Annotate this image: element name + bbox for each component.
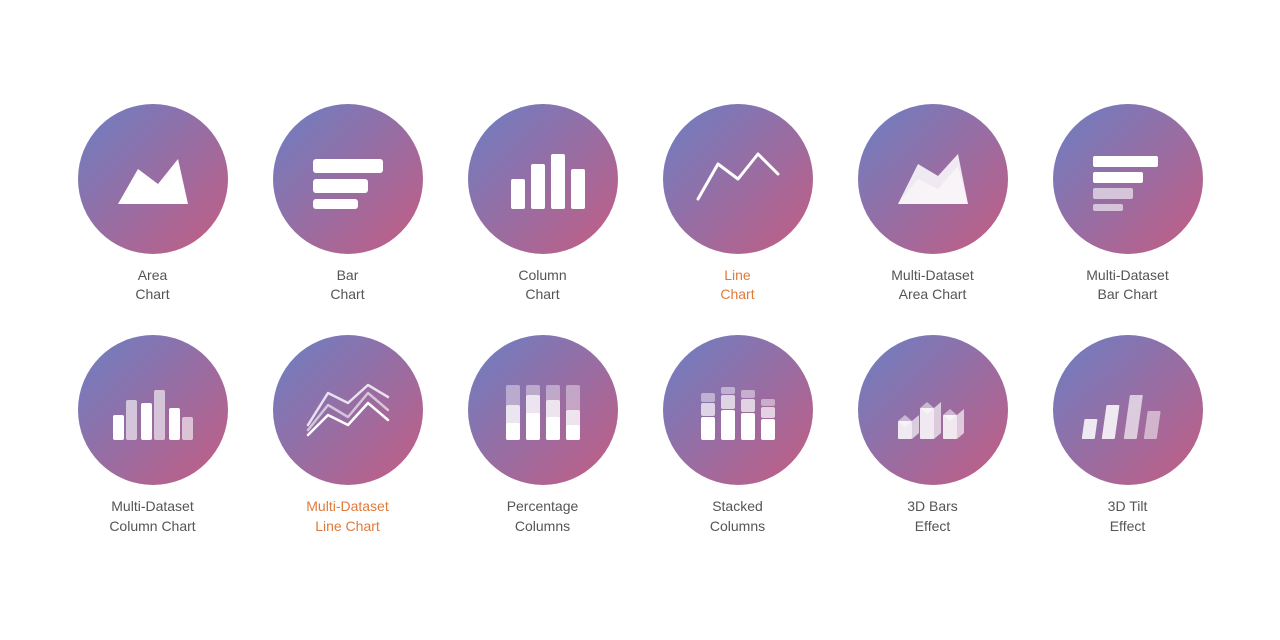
chart-icon-multi-area (858, 104, 1008, 254)
chart-icon-percentage (468, 335, 618, 485)
chart-label-stacked: Stacked Columns (710, 497, 765, 536)
chart-icon-multi-column (78, 335, 228, 485)
chart-item-line[interactable]: Line Chart (645, 104, 830, 305)
chart-label-percentage: Percentage Columns (507, 497, 579, 536)
chart-label-line: Line Chart (720, 266, 754, 305)
chart-icon-3d-tilt (1053, 335, 1203, 485)
chart-label-multi-column: Multi-Dataset Column Chart (109, 497, 195, 536)
chart-item-area[interactable]: Area Chart (60, 104, 245, 305)
chart-label-multi-line: Multi-Dataset Line Chart (306, 497, 388, 536)
chart-label-multi-area: Multi-Dataset Area Chart (891, 266, 973, 305)
chart-item-percentage[interactable]: Percentage Columns (450, 335, 635, 536)
chart-item-stacked[interactable]: Stacked Columns (645, 335, 830, 536)
chart-item-multi-line[interactable]: Multi-Dataset Line Chart (255, 335, 440, 536)
chart-item-bar[interactable]: Bar Chart (255, 104, 440, 305)
chart-label-bar: Bar Chart (330, 266, 364, 305)
chart-icon-bar (273, 104, 423, 254)
chart-icon-line (663, 104, 813, 254)
chart-item-multi-column[interactable]: Multi-Dataset Column Chart (60, 335, 245, 536)
chart-label-3d-bars: 3D Bars Effect (907, 497, 958, 536)
chart-item-3d-bars[interactable]: 3D Bars Effect (840, 335, 1025, 536)
chart-icon-stacked (663, 335, 813, 485)
chart-icon-area (78, 104, 228, 254)
chart-item-3d-tilt[interactable]: 3D Tilt Effect (1035, 335, 1220, 536)
chart-label-3d-tilt: 3D Tilt Effect (1108, 497, 1148, 536)
chart-label-column: Column Chart (518, 266, 566, 305)
chart-label-multi-bar: Multi-Dataset Bar Chart (1086, 266, 1168, 305)
chart-label-area: Area Chart (135, 266, 169, 305)
chart-grid: Area Chart Bar Chart Colu (0, 64, 1280, 576)
chart-item-column[interactable]: Column Chart (450, 104, 635, 305)
chart-icon-multi-line (273, 335, 423, 485)
chart-item-multi-area[interactable]: Multi-Dataset Area Chart (840, 104, 1025, 305)
chart-icon-column (468, 104, 618, 254)
chart-icon-3d-bars (858, 335, 1008, 485)
chart-item-multi-bar[interactable]: Multi-Dataset Bar Chart (1035, 104, 1220, 305)
chart-icon-multi-bar (1053, 104, 1203, 254)
